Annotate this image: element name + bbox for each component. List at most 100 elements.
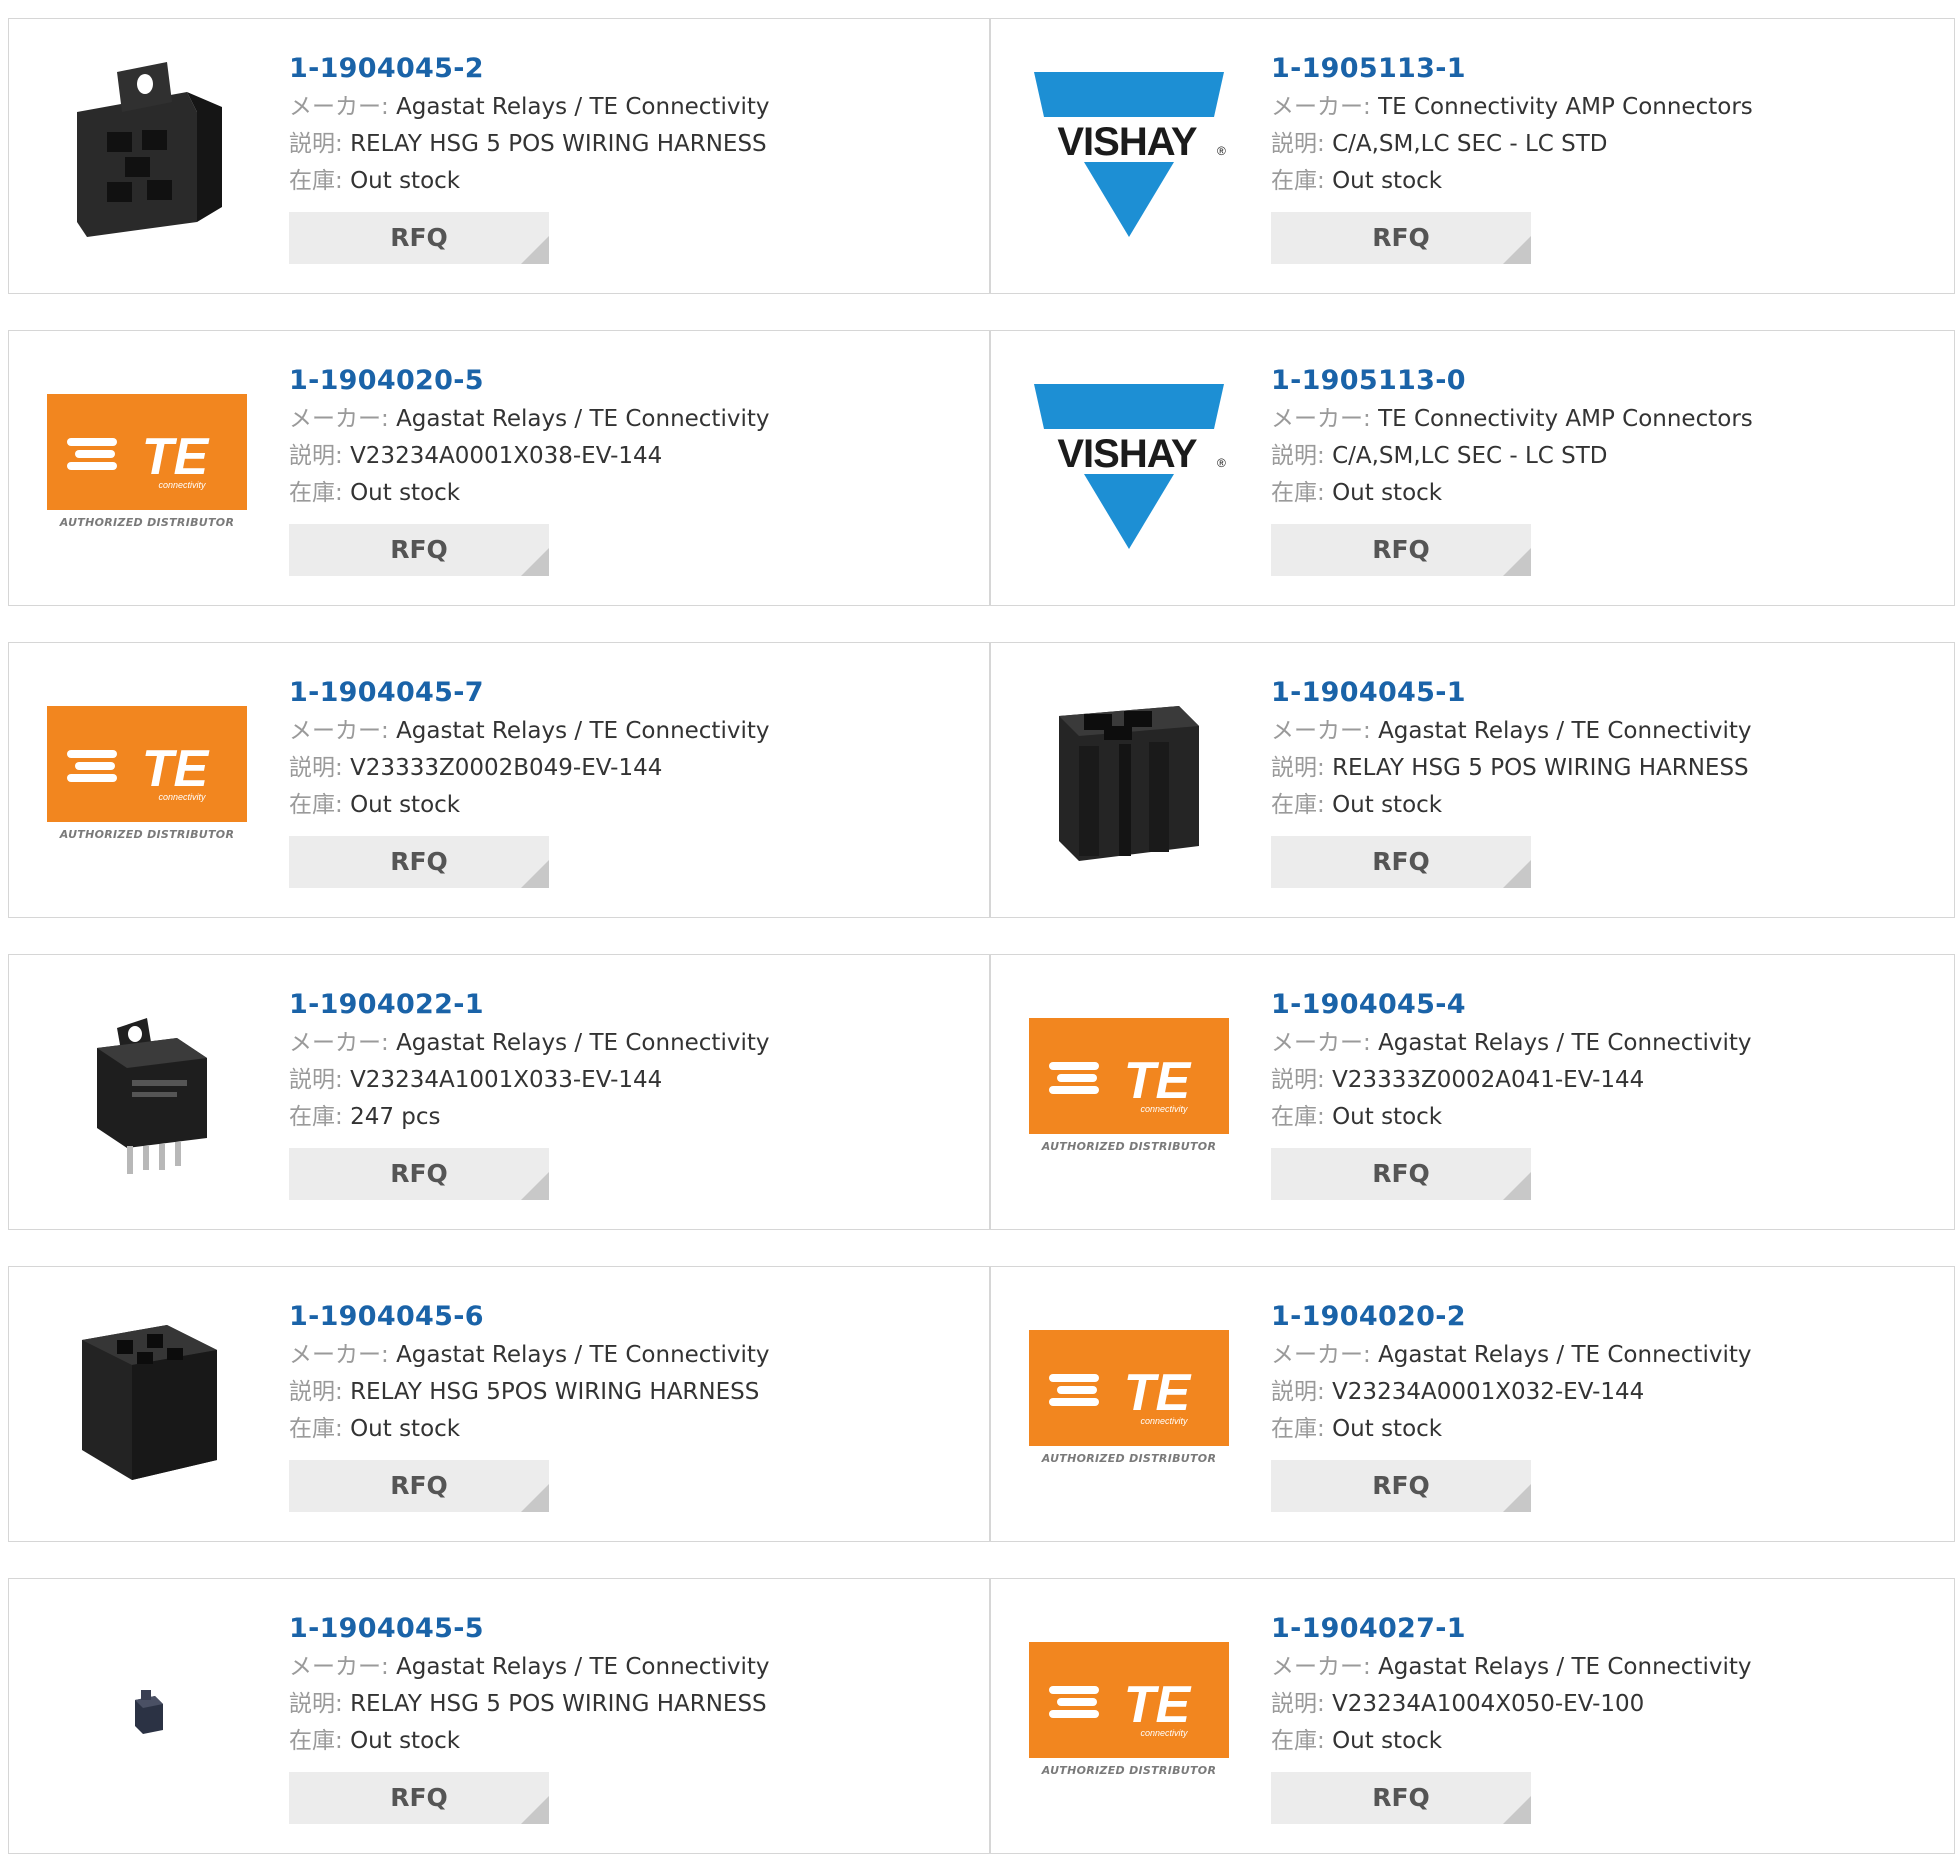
part-number-link[interactable]: 1-1904045-1	[1271, 673, 1931, 713]
maker-row: メーカー: Agastat Relays / TE Connectivity	[289, 401, 949, 438]
rfq-button[interactable]: RFQ	[1271, 212, 1531, 264]
maker-value: Agastat Relays / TE Connectivity	[1378, 718, 1752, 744]
relay-housing-socket-icon[interactable]	[1029, 676, 1229, 876]
rfq-button[interactable]: RFQ	[289, 1772, 549, 1824]
description-value: RELAY HSG 5 POS WIRING HARNESS	[350, 131, 767, 157]
product-card-1-1904020-2: TE connectivity AUTHORIZED DISTRIBUTOR 1-1…	[990, 1266, 1955, 1542]
maker-value: Agastat Relays / TE Connectivity	[396, 1654, 770, 1680]
vishay-logo-text: VISHAY	[1057, 120, 1198, 164]
maker-row: メーカー: Agastat Relays / TE Connectivity	[1271, 1649, 1931, 1686]
description-label: 説明:	[1271, 1691, 1325, 1717]
stock-value: Out stock	[1332, 480, 1443, 506]
vishay-logo[interactable]: VISHAY ®	[1029, 52, 1229, 252]
part-number-link[interactable]: 1-1904027-1	[1271, 1609, 1931, 1649]
description-row: 説明: V23234A1004X050-EV-100	[1271, 1686, 1931, 1723]
corner-decoration	[1503, 548, 1531, 576]
maker-label: メーカー:	[1271, 1654, 1371, 1680]
corner-decoration	[1503, 1172, 1531, 1200]
description-label: 説明:	[289, 1379, 343, 1405]
rfq-button[interactable]: RFQ	[1271, 524, 1531, 576]
part-number-link[interactable]: 1-1904045-2	[289, 49, 949, 89]
te-logo[interactable]: TE connectivity AUTHORIZED DISTRIBUTOR	[47, 676, 247, 876]
description-label: 説明:	[1271, 443, 1325, 469]
product-info: 1-1904045-2 メーカー: Agastat Relays / TE Co…	[289, 49, 949, 264]
rfq-button[interactable]: RFQ	[289, 1148, 549, 1200]
rfq-button[interactable]: RFQ	[1271, 1772, 1531, 1824]
vishay-logo[interactable]: VISHAY ®	[1029, 364, 1229, 564]
vishay-logo-text: VISHAY	[1057, 432, 1198, 476]
maker-value: Agastat Relays / TE Connectivity	[396, 1342, 770, 1368]
product-info: 1-1904045-7 メーカー: Agastat Relays / TE Co…	[289, 673, 949, 888]
part-number-link[interactable]: 1-1904045-4	[1271, 985, 1931, 1025]
maker-row: メーカー: Agastat Relays / TE Connectivity	[1271, 713, 1931, 750]
description-label: 説明:	[289, 1691, 343, 1717]
te-logo-text: TE	[1124, 1364, 1192, 1422]
rfq-button[interactable]: RFQ	[289, 836, 549, 888]
product-info: 1-1904045-1 メーカー: Agastat Relays / TE Co…	[1271, 673, 1931, 888]
description-label: 説明:	[1271, 1379, 1325, 1405]
corner-decoration	[521, 236, 549, 264]
rfq-button[interactable]: RFQ	[289, 524, 549, 576]
description-row: 説明: RELAY HSG 5 POS WIRING HARNESS	[289, 1686, 949, 1723]
rfq-button[interactable]: RFQ	[1271, 1460, 1531, 1512]
relay-housing-block-icon[interactable]	[47, 1300, 247, 1500]
product-info: 1-1904022-1 メーカー: Agastat Relays / TE Co…	[289, 985, 949, 1200]
description-value: RELAY HSG 5 POS WIRING HARNESS	[1332, 755, 1749, 781]
relay-housing-bracket-icon[interactable]	[47, 52, 247, 252]
stock-row: 在庫: Out stock	[289, 475, 949, 512]
stock-row: 在庫: Out stock	[1271, 163, 1931, 200]
part-number-link[interactable]: 1-1905113-0	[1271, 361, 1931, 401]
corner-decoration	[1503, 236, 1531, 264]
rfq-button[interactable]: RFQ	[1271, 1148, 1531, 1200]
stock-value: Out stock	[350, 792, 461, 818]
part-number-link[interactable]: 1-1904020-2	[1271, 1297, 1931, 1337]
part-number-link[interactable]: 1-1904020-5	[289, 361, 949, 401]
te-logo[interactable]: TE connectivity AUTHORIZED DISTRIBUTOR	[47, 364, 247, 564]
maker-label: メーカー:	[289, 718, 389, 744]
te-logo-subtext: connectivity	[158, 480, 206, 490]
product-info: 1-1904045-6 メーカー: Agastat Relays / TE Co…	[289, 1297, 949, 1512]
maker-value: Agastat Relays / TE Connectivity	[396, 1030, 770, 1056]
product-card-1-1904045-1: 1-1904045-1 メーカー: Agastat Relays / TE Co…	[990, 642, 1955, 918]
description-label: 説明:	[289, 131, 343, 157]
relay-housing-small-icon[interactable]	[47, 1612, 247, 1812]
corner-decoration	[1503, 1796, 1531, 1824]
te-logo: TE connectivity AUTHORIZED DISTRIBUTOR	[1029, 1018, 1229, 1158]
te-logo-text: TE	[1124, 1052, 1192, 1110]
description-label: 説明:	[1271, 131, 1325, 157]
maker-label: メーカー:	[289, 1342, 389, 1368]
product-info: 1-1905113-0 メーカー: TE Connectivity AMP Co…	[1271, 361, 1931, 576]
description-value: V23234A1001X033-EV-144	[350, 1067, 663, 1093]
part-number-link[interactable]: 1-1904045-5	[289, 1609, 949, 1649]
relay-cube-icon[interactable]	[47, 988, 247, 1188]
rfq-button[interactable]: RFQ	[289, 1460, 549, 1512]
description-label: 説明:	[1271, 1067, 1325, 1093]
stock-value: Out stock	[1332, 1416, 1443, 1442]
te-logo[interactable]: TE connectivity AUTHORIZED DISTRIBUTOR	[1029, 988, 1229, 1188]
part-number-link[interactable]: 1-1904045-7	[289, 673, 949, 713]
authorized-distributor-caption: AUTHORIZED DISTRIBUTOR	[59, 516, 235, 529]
te-logo[interactable]: TE connectivity AUTHORIZED DISTRIBUTOR	[1029, 1612, 1229, 1812]
rfq-button[interactable]: RFQ	[289, 212, 549, 264]
description-row: 説明: V23333Z0002B049-EV-144	[289, 750, 949, 787]
description-row: 説明: RELAY HSG 5 POS WIRING HARNESS	[289, 126, 949, 163]
maker-label: メーカー:	[289, 406, 389, 432]
description-label: 説明:	[1271, 755, 1325, 781]
te-logo[interactable]: TE connectivity AUTHORIZED DISTRIBUTOR	[1029, 1300, 1229, 1500]
rfq-label: RFQ	[1372, 847, 1430, 876]
te-logo-subtext: connectivity	[1140, 1104, 1188, 1114]
product-card-1-1905113-0: VISHAY ® 1-1905113-0 メーカー: TE Connectivit…	[990, 330, 1955, 606]
rfq-button[interactable]: RFQ	[1271, 836, 1531, 888]
product-info: 1-1904020-5 メーカー: Agastat Relays / TE Co…	[289, 361, 949, 576]
part-number-link[interactable]: 1-1904045-6	[289, 1297, 949, 1337]
stock-row: 在庫: Out stock	[1271, 1411, 1931, 1448]
part-number-link[interactable]: 1-1905113-1	[1271, 49, 1931, 89]
description-value: V23234A0001X032-EV-144	[1332, 1379, 1645, 1405]
rfq-label: RFQ	[390, 1471, 448, 1500]
maker-label: メーカー:	[1271, 94, 1371, 120]
stock-row: 在庫: Out stock	[289, 163, 949, 200]
description-row: 説明: V23234A0001X038-EV-144	[289, 438, 949, 475]
part-number-link[interactable]: 1-1904022-1	[289, 985, 949, 1025]
maker-row: メーカー: Agastat Relays / TE Connectivity	[1271, 1337, 1931, 1374]
te-logo-text: TE	[1124, 1676, 1192, 1734]
